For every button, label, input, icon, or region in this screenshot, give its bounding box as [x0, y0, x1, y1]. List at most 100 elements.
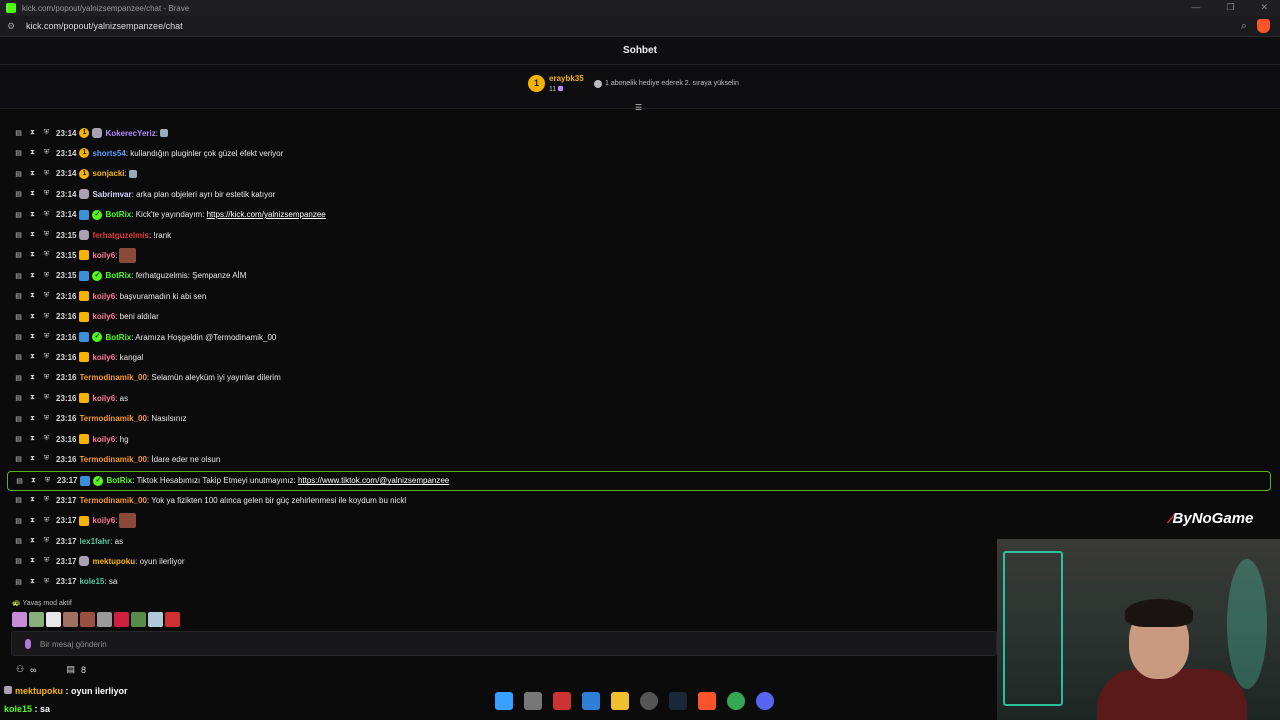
pin-icon[interactable]: ▤ [14, 231, 23, 239]
chat-message[interactable]: ▤ ⧗ ⛨ 23:15 ferhatguzelmis: !rank [0, 226, 1275, 244]
pin-icon[interactable]: ▤ [14, 170, 23, 178]
ban-icon[interactable]: ⛨ [42, 496, 51, 504]
ban-icon[interactable]: ⛨ [42, 435, 51, 443]
zoom-icon[interactable]: ⌕ [1241, 20, 1247, 33]
message-username[interactable]: BotRix [105, 210, 131, 219]
message-username[interactable]: Termodinamik_00 [79, 373, 146, 382]
pin-icon[interactable]: ▤ [14, 190, 23, 198]
timeout-icon[interactable]: ⧗ [28, 537, 37, 545]
chat-message[interactable]: ▤ ⧗ ⛨ 23:16 koily6: beni aldılar [0, 308, 1275, 326]
ban-icon[interactable]: ⛨ [42, 455, 51, 463]
pin-icon[interactable]: ▤ [14, 251, 23, 259]
pin-icon[interactable]: ▤ [14, 353, 23, 361]
chat-message[interactable]: ▤ ⧗ ⛨ 23:14 1 KokerecYeriz: [0, 124, 1275, 142]
timeout-icon[interactable]: ⧗ [28, 394, 37, 402]
pin-icon[interactable]: ▤ [14, 455, 23, 463]
chrome-icon[interactable] [727, 692, 745, 710]
emote-10[interactable] [165, 612, 180, 627]
message-username[interactable]: Termodinamik_00 [79, 496, 146, 505]
chat-message[interactable]: ▤ ⧗ ⛨ 23:14 ✓ BotRix: Kick'te yayındayım: htt… [0, 206, 1275, 224]
timeout-icon[interactable]: ⧗ [29, 477, 38, 485]
close-icon[interactable]: ✕ [1260, 2, 1268, 13]
message-username[interactable]: koily6 [92, 312, 115, 321]
pin-icon[interactable]: ▤ [14, 129, 23, 137]
chat-message[interactable]: ▤ ⧗ ⛨ 23:16 Termodinamik_00: Nasılsınız [0, 410, 1275, 428]
message-username[interactable]: BotRix [105, 271, 131, 280]
chat-message[interactable]: ▤ ⧗ ⛨ 23:16 koily6: başvuramadın ki abi sen [0, 287, 1275, 305]
ban-icon[interactable]: ⛨ [42, 557, 51, 565]
message-username[interactable]: koily6 [92, 435, 115, 444]
timeout-icon[interactable]: ⧗ [28, 517, 37, 525]
timeout-icon[interactable]: ⧗ [28, 435, 37, 443]
pinned-username[interactable]: eraybk35 [549, 74, 584, 83]
timeout-icon[interactable]: ⧗ [28, 231, 37, 239]
ban-icon[interactable]: ⛨ [42, 374, 51, 382]
expand-chevron-icon[interactable]: ☰ [635, 103, 642, 112]
ban-icon[interactable]: ⛨ [42, 353, 51, 361]
brave-taskbar-icon[interactable] [698, 692, 716, 710]
timeout-icon[interactable]: ⧗ [28, 578, 37, 586]
minimize-icon[interactable]: — [1191, 2, 1200, 13]
snipping-tool-icon[interactable] [553, 692, 571, 710]
message-username[interactable]: Termodinamik_00 [79, 455, 146, 464]
emote-5[interactable] [80, 612, 95, 627]
chat-message[interactable]: ▤ ⧗ ⛨ 23:17 ✓ BotRix: Tiktok Hesabımızı Takip… [7, 470, 1271, 491]
task-view-icon[interactable] [524, 692, 542, 710]
message-username[interactable]: koily6 [92, 394, 115, 403]
timeout-icon[interactable]: ⧗ [28, 415, 37, 423]
pin-icon[interactable]: ▤ [14, 374, 23, 382]
message-username[interactable]: koily6 [92, 292, 115, 301]
pin-icon[interactable]: ▤ [14, 149, 23, 157]
ban-icon[interactable]: ⛨ [42, 129, 51, 137]
file-explorer-icon[interactable] [611, 692, 629, 710]
timeout-icon[interactable]: ⧗ [28, 149, 37, 157]
chat-message[interactable]: ▤ ⧗ ⛨ 23:15 koily6: [0, 246, 1275, 264]
chat-message[interactable]: ▤ ⧗ ⛨ 23:16 koily6: kangal [0, 348, 1275, 366]
emote-1[interactable] [12, 612, 27, 627]
ban-icon[interactable]: ⛨ [42, 251, 51, 259]
brave-shields-icon[interactable] [1257, 19, 1270, 33]
emote-picker-icon[interactable] [25, 639, 31, 649]
message-username[interactable]: sonjacki [92, 169, 124, 178]
chat-message[interactable]: ▤ ⧗ ⛨ 23:14 Sabrimvar: arka plan objeleri ay… [0, 185, 1275, 203]
ban-icon[interactable]: ⛨ [42, 578, 51, 586]
message-username[interactable]: shorts54 [92, 149, 125, 158]
ban-icon[interactable]: ⛨ [42, 333, 51, 341]
message-username[interactable]: Termodinamik_00 [79, 414, 146, 423]
ban-icon[interactable]: ⛨ [42, 231, 51, 239]
ban-icon[interactable]: ⛨ [42, 170, 51, 178]
photos-icon[interactable] [582, 692, 600, 710]
timeout-icon[interactable]: ⧗ [28, 374, 37, 382]
ban-icon[interactable]: ⛨ [42, 313, 51, 321]
timeout-icon[interactable]: ⧗ [28, 292, 37, 300]
emote-4[interactable] [63, 612, 78, 627]
emote-7[interactable] [114, 612, 129, 627]
message-username[interactable]: KokerecYeriz [105, 129, 155, 138]
chat-message[interactable]: ▤ ⧗ ⛨ 23:14 1 shorts54: kullandığın pluginler… [0, 144, 1275, 162]
pin-icon[interactable]: ▤ [14, 333, 23, 341]
timeout-icon[interactable]: ⧗ [28, 272, 37, 280]
message-username[interactable]: ferhatguzelmis [92, 231, 148, 240]
chat-message[interactable]: ▤ ⧗ ⛨ 23:14 1 sonjacki: [0, 165, 1275, 183]
ban-icon[interactable]: ⛨ [42, 537, 51, 545]
steam-icon[interactable] [669, 692, 687, 710]
timeout-icon[interactable]: ⧗ [28, 170, 37, 178]
pin-icon[interactable]: ▤ [14, 415, 23, 423]
chat-message[interactable]: ▤ ⧗ ⛨ 23:17 koily6: [0, 512, 1275, 530]
timeout-icon[interactable]: ⧗ [28, 129, 37, 137]
windows-start-icon[interactable] [495, 692, 513, 710]
ban-icon[interactable]: ⛨ [42, 272, 51, 280]
discord-icon[interactable] [756, 692, 774, 710]
timeout-icon[interactable]: ⧗ [28, 313, 37, 321]
ban-icon[interactable]: ⛨ [42, 394, 51, 402]
message-link[interactable]: https://kick.com/yalnizsempanzee [207, 210, 326, 219]
emote-2[interactable] [29, 612, 44, 627]
timeout-icon[interactable]: ⧗ [28, 496, 37, 504]
message-username[interactable]: BotRix [105, 333, 131, 342]
chest-icon[interactable]: ▤ [67, 664, 76, 675]
message-username[interactable]: koily6 [92, 251, 115, 260]
chat-message[interactable]: ▤ ⧗ ⛨ 23:16 Termodinamik_00: İdare eder ne o… [0, 450, 1275, 468]
timeout-icon[interactable]: ⧗ [28, 557, 37, 565]
pin-icon[interactable]: ▤ [14, 313, 23, 321]
timeout-icon[interactable]: ⧗ [28, 353, 37, 361]
